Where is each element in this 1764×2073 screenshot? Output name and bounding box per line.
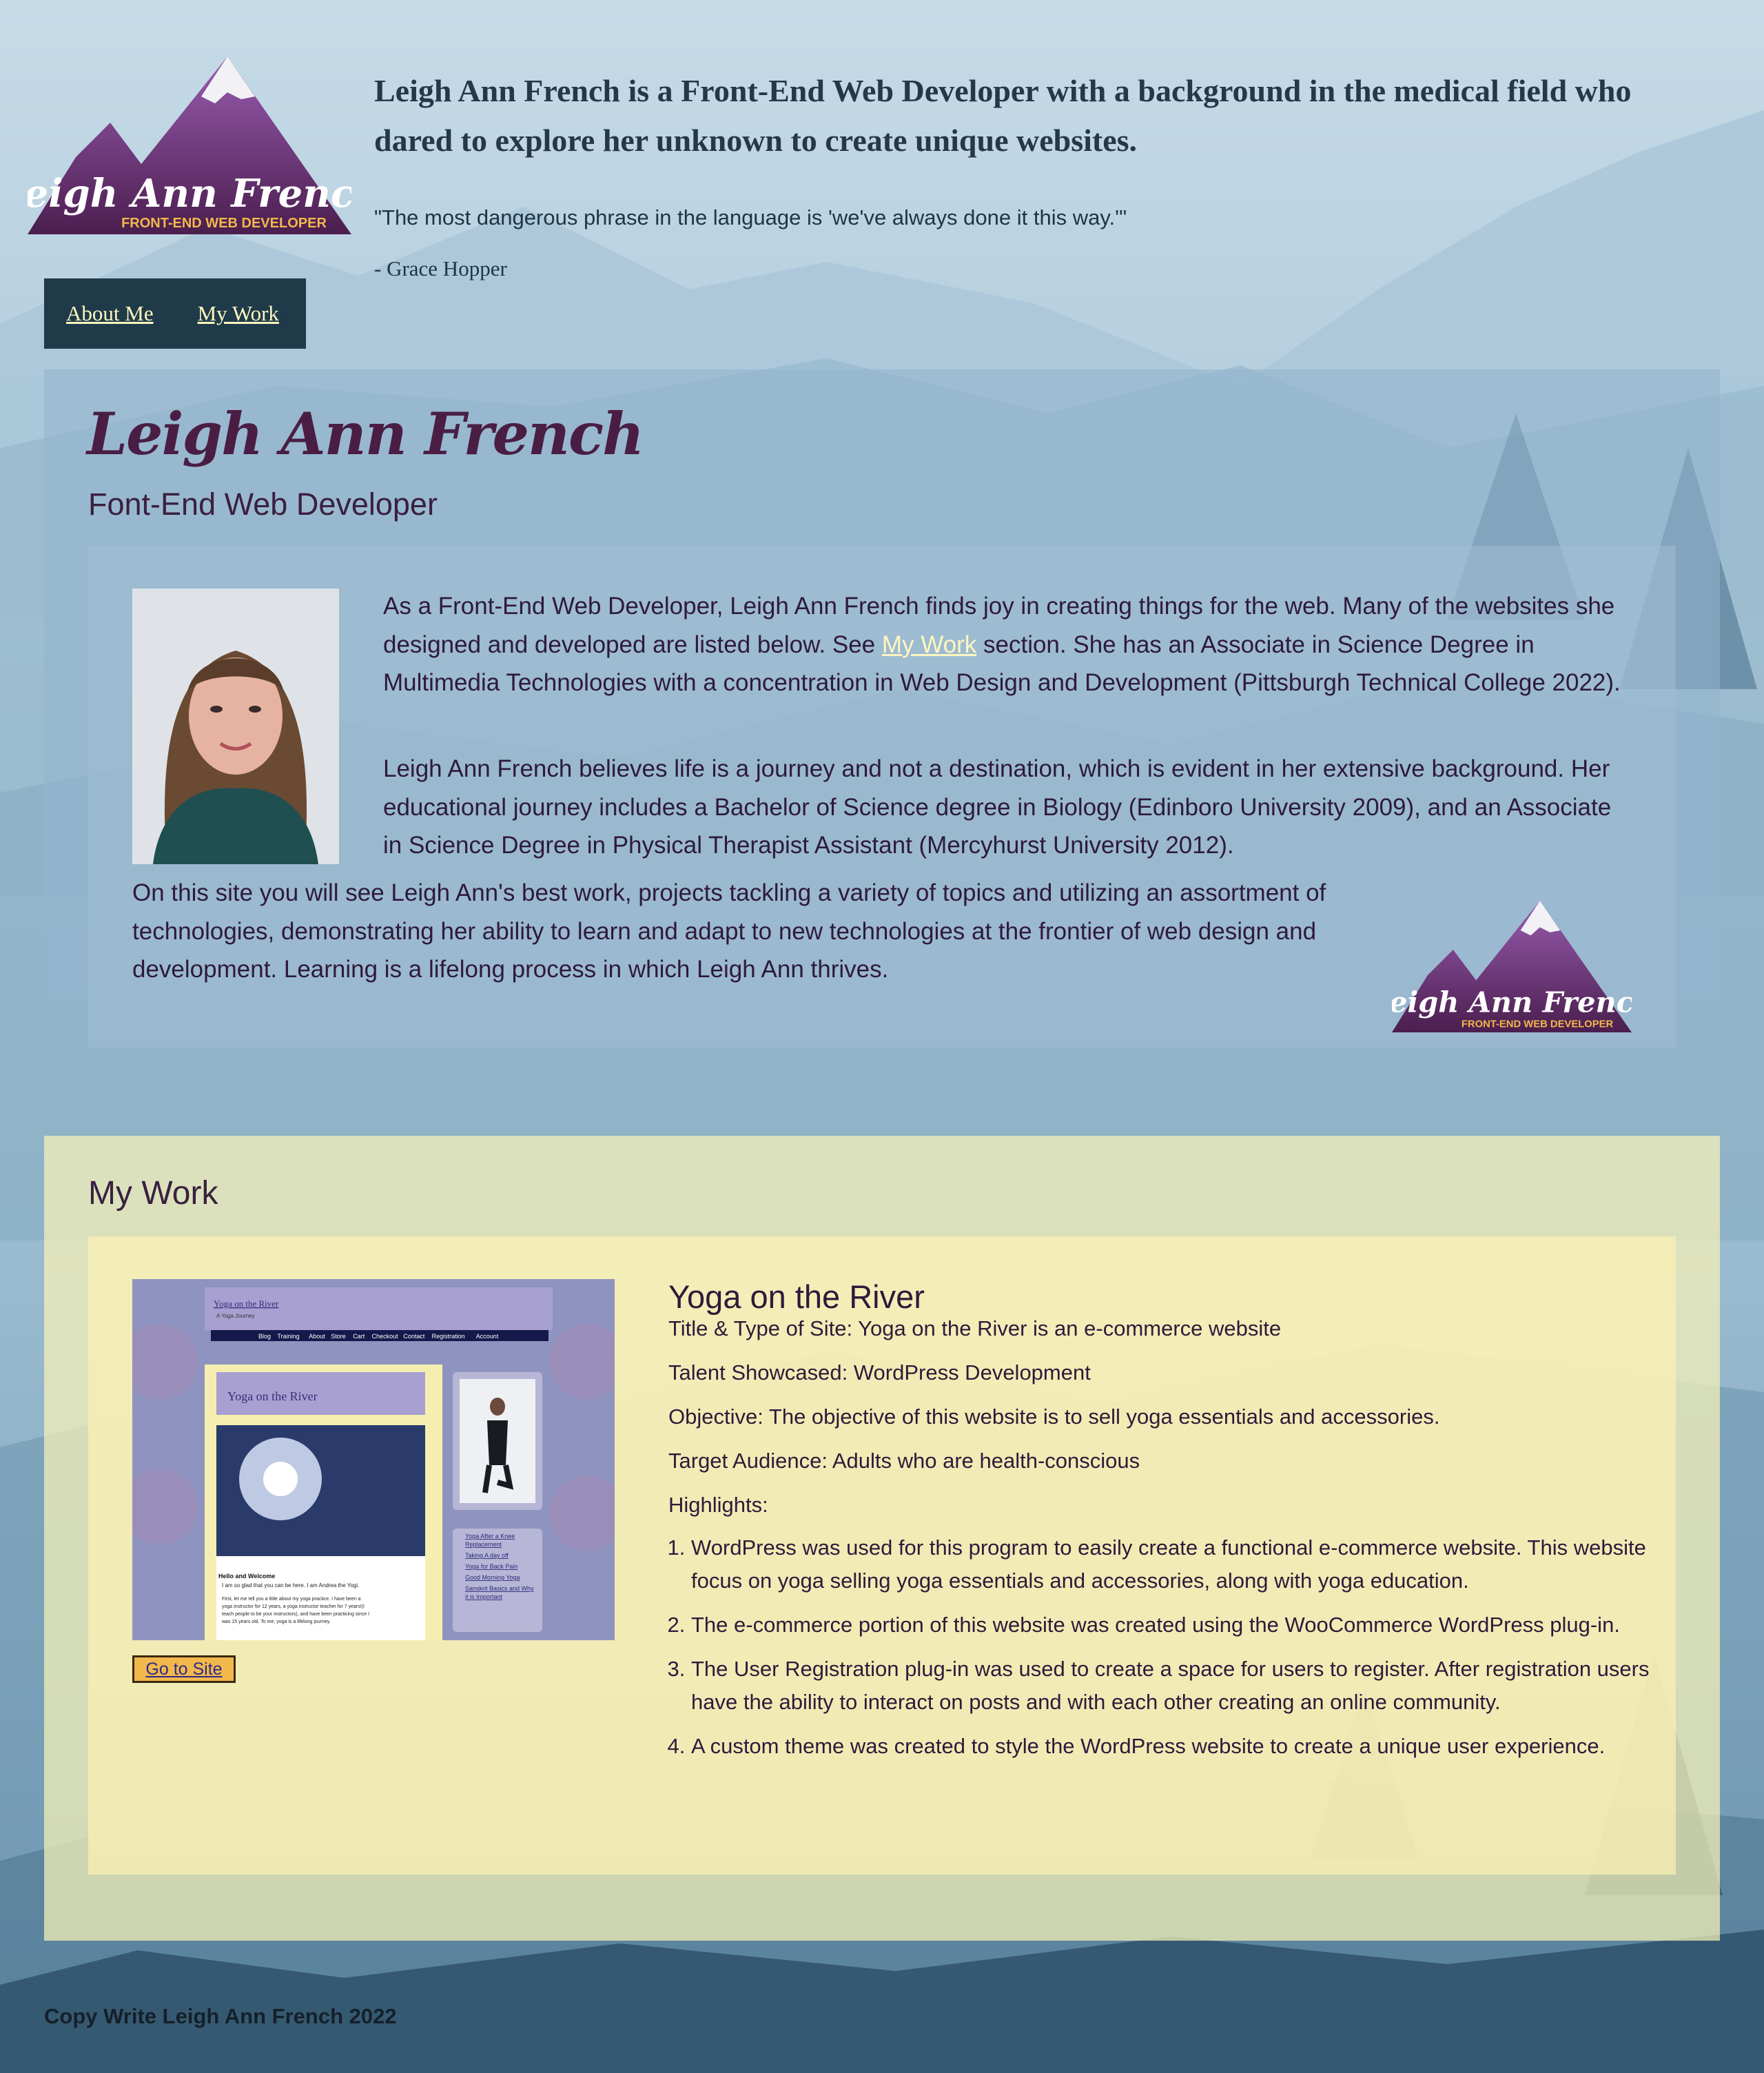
- my-work-section: My Work Yoga on the River A Yoga Journey…: [44, 1136, 1720, 1941]
- go-to-site-button[interactable]: Go to Site: [132, 1655, 236, 1683]
- logo-subtitle-text: FRONT-END WEB DEVELOPER: [121, 216, 327, 231]
- mini-menu-item: Checkout: [372, 1333, 399, 1340]
- mini-menu-item: Training: [277, 1333, 299, 1340]
- mini-menu-item: Store: [331, 1333, 346, 1340]
- highlight-item: The e-commerce portion of this website w…: [691, 1609, 1670, 1642]
- project-screenshot: Yoga on the River A Yoga Journey Blog Tra…: [132, 1279, 615, 1640]
- mini-body-line: teach people to be your instructors), an…: [222, 1612, 369, 1617]
- quote: "The most dangerous phrase in the langua…: [374, 205, 1127, 229]
- nav-about-me-link[interactable]: About Me: [66, 301, 154, 326]
- about-logo-script: Leigh Ann French: [1392, 985, 1632, 1019]
- mini-body-line: First, let me tell you a little about my…: [222, 1597, 361, 1602]
- highlight-item: The User Registration plug-in was used t…: [691, 1653, 1670, 1719]
- site-logo[interactable]: Leigh Ann French FRONT-END WEB DEVELOPER: [28, 54, 351, 240]
- mini-menu-item: Blog: [258, 1333, 271, 1340]
- about-logo-subtitle: FRONT-END WEB DEVELOPER: [1462, 1019, 1614, 1030]
- about-paragraph-2: Leigh Ann French believes life is a jour…: [383, 755, 1612, 859]
- about-logo: Leigh Ann French FRONT-END WEB DEVELOPER: [1392, 901, 1632, 1033]
- highlight-item: WordPress was used for this program to e…: [691, 1531, 1670, 1597]
- about-paragraph-3: On this site you will see Leigh Ann's be…: [132, 879, 1326, 983]
- mini-menu-item: Contact: [403, 1333, 425, 1340]
- mini-intro: I am so glad that you can be here. I am …: [222, 1582, 359, 1589]
- mini-sidebar-link: Replacement: [465, 1541, 502, 1548]
- logo-script-text: Leigh Ann French: [28, 171, 351, 216]
- about-subtitle: Font-End Web Developer: [88, 487, 438, 522]
- mini-site-title: Yoga on the River: [214, 1298, 279, 1309]
- project-card: Yoga on the River A Yoga Journey Blog Tra…: [88, 1236, 1676, 1875]
- mini-sidebar-link: Yoga After a Knee: [465, 1533, 515, 1540]
- main-nav: About Me My Work: [44, 278, 306, 349]
- mini-site-tagline: A Yoga Journey: [216, 1313, 255, 1319]
- mini-sidebar-link: Sanskrit Basics and Why: [465, 1585, 534, 1592]
- quote-author: - Grace Hopper: [374, 256, 507, 280]
- mini-sidebar-link: Good Morning Yoga: [465, 1574, 520, 1581]
- mini-post-title: Yoga on the River: [227, 1389, 318, 1403]
- mini-menu: Blog Training About Store Cart Checkout Contac…: [258, 1333, 499, 1340]
- mini-body-line: was 15 years old. To me, yoga is a lifel…: [221, 1620, 331, 1624]
- mini-sidebar-link: Yoga for Back Pain: [465, 1563, 517, 1570]
- about-section: Leigh Ann French Font-End Web Developer …: [44, 369, 1720, 1114]
- my-work-heading: My Work: [88, 1175, 218, 1212]
- mini-body-line: yoga instructor for 12 years, a yoga ins…: [222, 1604, 365, 1609]
- mini-hello-heading: Hello and Welcome: [218, 1573, 275, 1580]
- about-card: As a Front-End Web Developer, Leigh Ann …: [88, 546, 1676, 1048]
- mini-sidebar-link: Taking A day off: [465, 1552, 509, 1559]
- project-title: Yoga on the River: [668, 1278, 925, 1315]
- project-highlights-label: Highlights:: [668, 1493, 768, 1517]
- nav-my-work-link[interactable]: My Work: [198, 301, 279, 326]
- project-talent: Talent Showcased: WordPress Development: [668, 1360, 1091, 1385]
- project-objective: Objective: The objective of this website…: [668, 1405, 1440, 1429]
- mini-sidebar-link: it is Important: [465, 1593, 503, 1600]
- mini-menu-item: Cart: [353, 1333, 365, 1340]
- mini-menu-item: Account: [476, 1333, 499, 1340]
- project-title-type: Title & Type of Site: Yoga on the River …: [668, 1316, 1282, 1340]
- footer-copyright: Copy Write Leigh Ann French 2022: [44, 2004, 397, 2028]
- project-highlights-list: WordPress was used for this program to e…: [668, 1531, 1670, 1774]
- inline-my-work-link[interactable]: My Work: [882, 631, 976, 658]
- highlight-item: A custom theme was created to style the …: [691, 1730, 1670, 1763]
- mini-menu-item: Registration: [432, 1333, 465, 1340]
- about-paragraph-1: As a Front-End Web Developer, Leigh Ann …: [383, 587, 1630, 702]
- mini-menu-item: About: [309, 1333, 325, 1340]
- project-audience: Target Audience: Adults who are health-c…: [668, 1449, 1140, 1473]
- about-name-heading: Leigh Ann French: [87, 400, 644, 468]
- portrait-photo: [132, 589, 339, 864]
- tagline: Leigh Ann French is a Front-End Web Deve…: [374, 73, 1632, 158]
